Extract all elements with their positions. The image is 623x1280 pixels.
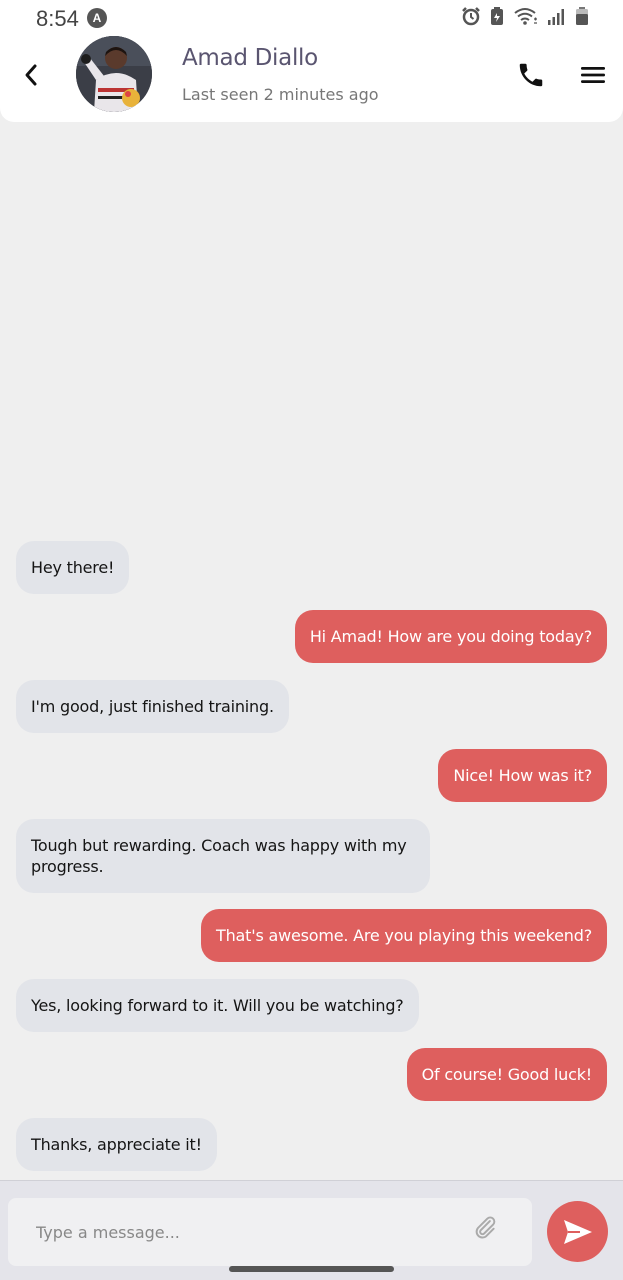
message-incoming: Hey there! — [16, 541, 130, 594]
contact-avatar[interactable] — [76, 36, 152, 112]
back-button[interactable] — [16, 60, 46, 90]
hamburger-menu-icon — [581, 67, 605, 83]
paperclip-icon — [475, 1216, 496, 1239]
phone-icon — [519, 63, 543, 87]
signal-icon — [548, 9, 564, 25]
back-chevron-icon — [25, 64, 37, 86]
last-seen-status: Last seen 2 minutes ago — [182, 85, 379, 104]
message-incoming: Yes, looking forward to it. Will you be … — [16, 979, 419, 1032]
wifi-icon — [514, 8, 537, 25]
status-time: 8:54 — [36, 6, 79, 31]
attach-button[interactable] — [472, 1214, 498, 1240]
status-icons — [461, 6, 589, 26]
battery-icon — [576, 7, 588, 25]
message-composer — [0, 1180, 623, 1280]
app-notification-icon: A — [87, 8, 107, 28]
battery-saver-icon — [491, 7, 503, 25]
status-bar: 8:54 A — [0, 0, 623, 36]
message-outgoing: Nice! How was it? — [438, 749, 607, 802]
message-outgoing: That's awesome. Are you playing this wee… — [201, 909, 607, 962]
alarm-icon — [462, 7, 480, 26]
message-list[interactable]: Hey there! Hi Amad! How are you doing to… — [0, 122, 623, 1180]
home-indicator[interactable] — [229, 1266, 394, 1272]
menu-button[interactable] — [576, 58, 610, 92]
message-outgoing: Hi Amad! How are you doing today? — [294, 610, 607, 663]
message-incoming: Thanks, appreciate it! — [16, 1118, 217, 1171]
message-incoming: Tough but rewarding. Coach was happy wit… — [16, 819, 430, 893]
avatar-photo — [76, 36, 152, 112]
message-incoming: I'm good, just finished training. — [16, 680, 289, 733]
send-icon — [563, 1219, 592, 1244]
message-input[interactable] — [8, 1198, 532, 1266]
send-button[interactable] — [547, 1201, 608, 1262]
chat-header: Amad Diallo Last seen 2 minutes ago — [0, 36, 623, 122]
call-button[interactable] — [514, 58, 548, 92]
message-outgoing: Of course! Good luck! — [406, 1048, 607, 1101]
contact-name[interactable]: Amad Diallo — [182, 45, 318, 71]
